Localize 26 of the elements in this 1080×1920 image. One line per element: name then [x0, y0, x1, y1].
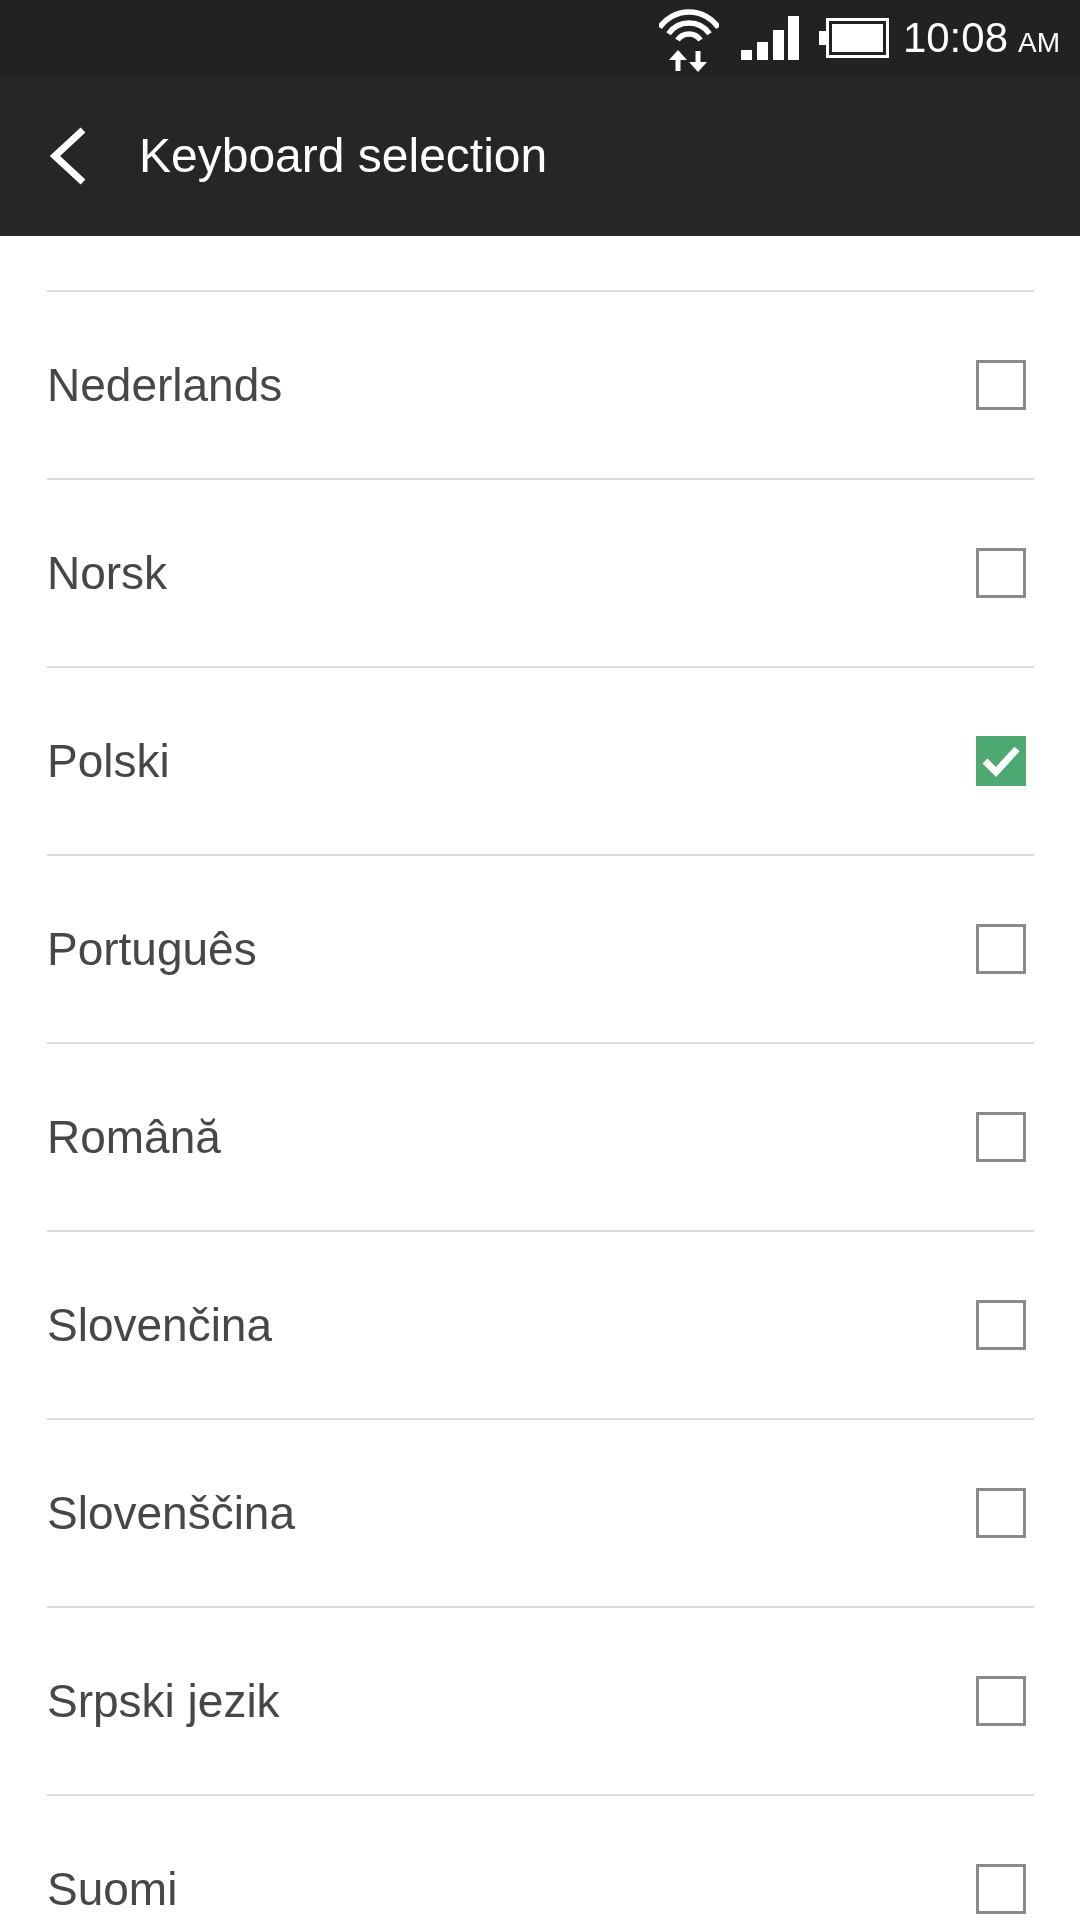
checkbox[interactable] — [976, 360, 1026, 410]
back-icon — [50, 127, 87, 185]
clock-time: 10:08 — [902, 14, 1008, 62]
checkmark-icon — [982, 744, 1020, 778]
checkbox[interactable] — [976, 1488, 1026, 1538]
battery-icon — [818, 18, 889, 58]
language-name: Română — [47, 1110, 221, 1164]
checkbox[interactable] — [976, 1864, 1026, 1914]
screen-title: Keyboard selection — [139, 128, 548, 185]
language-name: Slovenščina — [47, 1486, 296, 1540]
back-button[interactable] — [50, 127, 87, 185]
language-name: Polski — [47, 734, 170, 788]
language-name: Nederlands — [47, 358, 283, 412]
checkbox[interactable] — [976, 924, 1026, 974]
checkbox[interactable] — [976, 548, 1026, 598]
language-name: Suomi — [47, 1862, 178, 1916]
clock-period: AM — [1018, 27, 1060, 59]
language-name: Slovenčina — [47, 1298, 273, 1352]
checkbox[interactable] — [976, 736, 1026, 786]
language-name: Norsk — [47, 546, 168, 600]
language-name: Srpski jezik — [47, 1674, 280, 1728]
checkbox[interactable] — [976, 1112, 1026, 1162]
signal-icon — [740, 16, 799, 60]
checkbox[interactable] — [976, 1300, 1026, 1350]
checkbox[interactable] — [976, 1676, 1026, 1726]
language-name: Português — [47, 922, 257, 976]
